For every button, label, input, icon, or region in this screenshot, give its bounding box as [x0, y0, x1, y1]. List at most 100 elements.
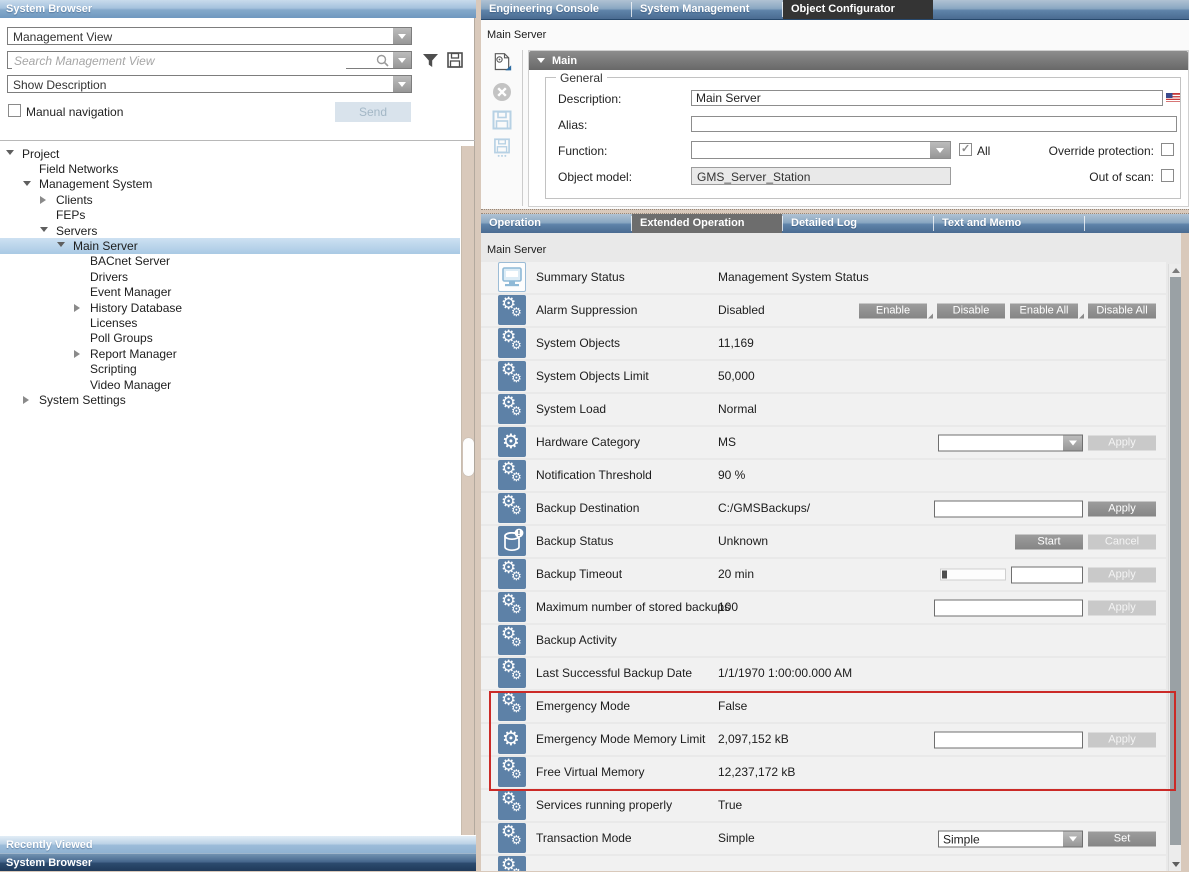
tree-item-main-server[interactable]: Main Server	[0, 238, 460, 253]
monitor-icon	[498, 262, 526, 292]
tree-item-drivers[interactable]: Drivers	[0, 269, 460, 284]
tree-item-label: Servers	[56, 224, 97, 238]
tree-item-feps[interactable]: FEPs	[0, 208, 460, 223]
chevron-down-icon[interactable]	[1063, 435, 1082, 450]
tree-item-management-system[interactable]: Management System	[0, 177, 460, 192]
tab-separator	[1084, 216, 1085, 231]
collapse-icon[interactable]	[57, 242, 65, 247]
timeout-slider[interactable]	[940, 569, 1006, 581]
gears-icon: ⚙⚙	[498, 757, 526, 787]
tab-extended-operation[interactable]: Extended Operation	[632, 214, 782, 233]
value-input[interactable]	[1011, 566, 1083, 583]
description-field[interactable]	[691, 90, 1163, 106]
chevron-down-icon[interactable]	[1063, 831, 1082, 846]
value-dropdown[interactable]	[938, 434, 1083, 451]
value-input[interactable]	[934, 500, 1083, 517]
chevron-down-icon[interactable]	[393, 76, 411, 92]
enable-button[interactable]: Enable	[859, 303, 927, 318]
search-input[interactable]	[12, 53, 346, 69]
system-browser-bottom-label: System Browser	[0, 854, 476, 872]
property-value: 20 min	[718, 559, 754, 590]
property-label: Summary Status	[536, 262, 625, 293]
value-input[interactable]	[934, 731, 1083, 748]
property-label: Alarm Suppression	[536, 295, 637, 326]
rows-scrollbar-thumb[interactable]	[1170, 277, 1181, 845]
manual-navigation-checkbox[interactable]	[8, 104, 21, 117]
alias-field[interactable]	[691, 116, 1177, 132]
slider-thumb[interactable]	[942, 571, 947, 579]
tree-item-video-manager[interactable]: Video Manager	[0, 377, 460, 392]
start-button[interactable]: Start	[1015, 534, 1083, 549]
new-object-icon[interactable]	[491, 52, 513, 72]
all-checkbox[interactable]	[959, 143, 972, 156]
main-section: Main General Description: Alias: Functio…	[528, 50, 1189, 207]
expand-icon[interactable]	[74, 350, 80, 358]
tree-item-history-database[interactable]: History Database	[0, 300, 460, 315]
apply-button[interactable]: Apply	[1088, 501, 1156, 516]
property-row-system-load: ⚙⚙System LoadNormal	[481, 394, 1166, 425]
search-options-chevron-icon[interactable]	[393, 52, 411, 68]
tree-item-label: BACnet Server	[90, 254, 170, 268]
rows-scrollbar[interactable]	[1168, 264, 1181, 871]
divider	[0, 140, 475, 141]
tree-item-scripting[interactable]: Scripting	[0, 361, 460, 376]
recently-viewed-bar[interactable]: Recently Viewed	[0, 835, 476, 853]
tree-item-label: Licenses	[90, 316, 137, 330]
tab-object-configurator[interactable]: Object Configurator	[783, 0, 933, 19]
save-search-icon[interactable]	[447, 52, 463, 68]
tree-item-project[interactable]: Project	[0, 146, 460, 161]
expand-icon[interactable]	[23, 396, 29, 404]
value-dropdown[interactable]: Simple	[938, 830, 1083, 847]
property-value: Unknown	[718, 526, 768, 557]
chevron-down-icon[interactable]	[930, 142, 950, 158]
property-value: C:/GMSBackups/	[718, 493, 810, 524]
expand-icon[interactable]	[40, 196, 46, 204]
tree-item-report-manager[interactable]: Report Manager	[0, 346, 460, 361]
tree-item-event-manager[interactable]: Event Manager	[0, 285, 460, 300]
main-section-header[interactable]: Main	[529, 51, 1188, 70]
tree-item-servers[interactable]: Servers	[0, 223, 460, 238]
system-browser-header: System Browser	[0, 0, 476, 18]
tree-scrollbar[interactable]	[461, 146, 474, 836]
chevron-down-icon[interactable]	[393, 28, 411, 44]
tree-item-bacnet-server[interactable]: BACnet Server	[0, 254, 460, 269]
tree-item-field-networks[interactable]: Field Networks	[0, 161, 460, 176]
tab-operation[interactable]: Operation	[481, 214, 631, 233]
tree-item-poll-groups[interactable]: Poll Groups	[0, 331, 460, 346]
tree-item-clients[interactable]: Clients	[0, 192, 460, 207]
enable-all-button[interactable]: Enable All	[1010, 303, 1078, 318]
system-browser-bottom-bar[interactable]: System Browser	[0, 853, 476, 871]
search-box	[7, 51, 412, 69]
disable-button[interactable]: Disable	[937, 303, 1005, 318]
database-icon: !	[498, 526, 526, 556]
tree-item-system-settings[interactable]: System Settings	[0, 392, 460, 407]
out-of-scan-checkbox[interactable]	[1161, 169, 1174, 182]
set-button[interactable]: Set	[1088, 831, 1156, 846]
send-button[interactable]: Send	[335, 102, 411, 122]
property-label: Backup Status	[536, 526, 613, 557]
disable-all-button[interactable]: Disable All	[1088, 303, 1156, 318]
collapse-icon[interactable]	[40, 227, 48, 232]
property-value: Simple	[718, 823, 755, 854]
tab-system-management[interactable]: System Management	[632, 0, 782, 19]
tab-engineering-console[interactable]: Engineering Console	[481, 0, 631, 19]
property-label: Maximum number of stored backups	[536, 592, 730, 623]
collapse-icon[interactable]	[23, 181, 31, 186]
view-selector-dropdown[interactable]: Management View	[7, 27, 412, 45]
navigation-tree: ProjectField NetworksManagement SystemCl…	[0, 146, 460, 836]
tab-detailed-log[interactable]: Detailed Log	[783, 214, 933, 233]
row-controls: Apply	[938, 434, 1156, 451]
filter-icon[interactable]	[422, 53, 439, 68]
out-of-scan-label: Out of scan:	[1024, 170, 1154, 184]
manual-navigation-label: Manual navigation	[26, 105, 123, 119]
tree-scrollbar-thumb[interactable]	[463, 438, 474, 476]
display-mode-dropdown[interactable]: Show Description	[7, 75, 412, 93]
tab-text-and-memo[interactable]: Text and Memo	[934, 214, 1084, 233]
override-protection-checkbox[interactable]	[1161, 143, 1174, 156]
expand-icon[interactable]	[74, 304, 80, 312]
system-browser-title: System Browser	[0, 0, 476, 18]
collapse-icon[interactable]	[6, 150, 14, 155]
tree-item-licenses[interactable]: Licenses	[0, 315, 460, 330]
value-input[interactable]	[934, 599, 1083, 616]
function-dropdown[interactable]	[691, 141, 951, 159]
